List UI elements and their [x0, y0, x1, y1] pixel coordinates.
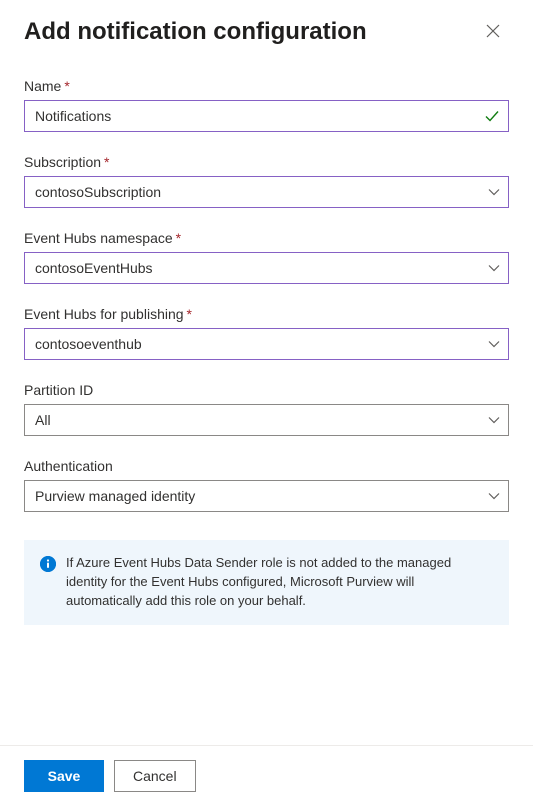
chevron-down-icon — [480, 414, 508, 426]
name-input-wrap — [24, 100, 509, 132]
publishing-field-group: Event Hubs for publishing* contosoeventh… — [24, 306, 509, 360]
namespace-label-text: Event Hubs namespace — [24, 230, 173, 246]
partition-label-text: Partition ID — [24, 382, 93, 398]
save-button[interactable]: Save — [24, 760, 104, 792]
authentication-label-text: Authentication — [24, 458, 113, 474]
subscription-field-group: Subscription* contosoSubscription — [24, 154, 509, 208]
info-text: If Azure Event Hubs Data Sender role is … — [66, 554, 493, 611]
subscription-dropdown[interactable]: contosoSubscription — [24, 176, 509, 208]
partition-dropdown[interactable]: All — [24, 404, 509, 436]
authentication-value: Purview managed identity — [25, 488, 480, 504]
required-asterisk: * — [187, 306, 192, 322]
subscription-value: contosoSubscription — [25, 184, 480, 200]
namespace-dropdown[interactable]: contosoEventHubs — [24, 252, 509, 284]
name-field-group: Name* — [24, 78, 509, 132]
chevron-down-icon — [480, 490, 508, 502]
partition-field-group: Partition ID All — [24, 382, 509, 436]
partition-label: Partition ID — [24, 382, 509, 398]
close-button[interactable] — [477, 16, 509, 48]
chevron-down-icon — [480, 186, 508, 198]
publishing-dropdown[interactable]: contosoeventhub — [24, 328, 509, 360]
panel-header: Add notification configuration — [0, 0, 533, 56]
partition-value: All — [25, 412, 480, 428]
info-icon — [40, 556, 56, 572]
check-icon — [484, 108, 500, 124]
subscription-label-text: Subscription — [24, 154, 101, 170]
required-asterisk: * — [64, 78, 69, 94]
form-area: Name* Subscription* contosoSubscription … — [0, 56, 533, 625]
required-asterisk: * — [104, 154, 109, 170]
publishing-value: contosoeventhub — [25, 336, 480, 352]
namespace-label: Event Hubs namespace* — [24, 230, 509, 246]
chevron-down-icon — [480, 338, 508, 350]
publishing-label-text: Event Hubs for publishing — [24, 306, 184, 322]
name-input[interactable] — [25, 101, 508, 131]
namespace-field-group: Event Hubs namespace* contosoEventHubs — [24, 230, 509, 284]
required-asterisk: * — [176, 230, 181, 246]
footer: Save Cancel — [0, 745, 533, 806]
namespace-value: contosoEventHubs — [25, 260, 480, 276]
authentication-field-group: Authentication Purview managed identity — [24, 458, 509, 512]
close-icon — [486, 24, 500, 41]
subscription-label: Subscription* — [24, 154, 509, 170]
panel-title: Add notification configuration — [24, 18, 367, 46]
name-label: Name* — [24, 78, 509, 94]
authentication-label: Authentication — [24, 458, 509, 474]
cancel-button[interactable]: Cancel — [114, 760, 196, 792]
info-message: If Azure Event Hubs Data Sender role is … — [24, 540, 509, 625]
name-label-text: Name — [24, 78, 61, 94]
chevron-down-icon — [480, 262, 508, 274]
authentication-dropdown[interactable]: Purview managed identity — [24, 480, 509, 512]
publishing-label: Event Hubs for publishing* — [24, 306, 509, 322]
